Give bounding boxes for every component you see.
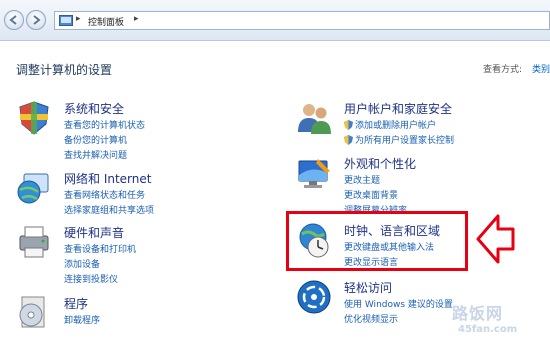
category-title-programs[interactable]: 程序 xyxy=(64,295,88,312)
link-troubleshoot[interactable]: 查找并解决问题 xyxy=(64,148,127,161)
appearance-icon xyxy=(298,159,330,188)
category-title-network[interactable]: 网络和 Internet xyxy=(64,170,151,187)
link-desktop-background[interactable]: 更改桌面背景 xyxy=(344,188,398,201)
link-label: 为所有用户设置家长控制 xyxy=(355,136,455,146)
link-backup[interactable]: 备份您的计算机 xyxy=(64,133,127,146)
uac-shield-icon xyxy=(344,120,353,130)
address-path[interactable]: 控制面板 xyxy=(88,15,124,28)
annotation-arrow-icon xyxy=(476,214,515,264)
network-globe-icon xyxy=(17,173,49,204)
category-title-security[interactable]: 系统和安全 xyxy=(64,100,124,117)
forward-arrow-icon xyxy=(33,15,41,25)
link-devices-printers[interactable]: 查看设备和打印机 xyxy=(64,242,136,255)
highlight-box xyxy=(286,211,468,271)
link-optimize-display[interactable]: 优化视频显示 xyxy=(344,312,398,325)
watermark-url: 45fan.com xyxy=(458,324,518,335)
forward-button[interactable] xyxy=(26,10,46,30)
control-panel-icon xyxy=(59,15,73,26)
security-shield-icon xyxy=(19,101,49,135)
address-separator[interactable]: ▸ xyxy=(76,14,81,24)
printer-icon xyxy=(19,226,49,258)
link-add-device[interactable]: 添加设备 xyxy=(64,257,100,270)
link-parental-controls[interactable]: 为所有用户设置家长控制 xyxy=(344,133,454,146)
category-title-appearance[interactable]: 外观和个性化 xyxy=(344,155,416,172)
category-title-accounts[interactable]: 用户帐户和家庭安全 xyxy=(344,100,452,117)
uac-shield-icon xyxy=(344,135,353,145)
link-check-status[interactable]: 查看您的计算机状态 xyxy=(64,118,145,131)
ease-of-access-icon xyxy=(297,280,331,314)
category-title-ease[interactable]: 轻松访问 xyxy=(344,279,392,296)
users-icon xyxy=(298,104,331,134)
link-projector[interactable]: 连接到投影仪 xyxy=(64,272,118,285)
link-uninstall[interactable]: 卸载程序 xyxy=(64,313,100,326)
address-separator-end[interactable]: ▸ xyxy=(134,14,139,24)
page-title: 调整计算机的设置 xyxy=(16,63,113,77)
link-network-status[interactable]: 查看网络状态和任务 xyxy=(64,188,145,201)
view-by-label: 查看方式: xyxy=(483,65,523,75)
address-bar[interactable]: ▸ 控制面板 ▸ xyxy=(54,11,550,30)
back-button[interactable] xyxy=(4,10,24,30)
category-title-hardware[interactable]: 硬件和声音 xyxy=(64,224,124,241)
link-add-remove-users[interactable]: 添加或删除用户帐户 xyxy=(344,118,436,131)
link-change-theme[interactable]: 更改主题 xyxy=(344,173,380,186)
back-arrow-icon xyxy=(9,15,17,25)
link-homegroup[interactable]: 选择家庭组和共享选项 xyxy=(64,203,154,216)
view-by-dropdown[interactable]: 类别 xyxy=(532,62,550,75)
link-windows-recommended[interactable]: 使用 Windows 建议的设置 xyxy=(344,297,453,310)
watermark-title: 路饭网 xyxy=(452,304,504,323)
link-label: 添加或删除用户帐户 xyxy=(355,121,437,131)
navigation-toolbar: ▸ 控制面板 ▸ xyxy=(0,0,550,41)
programs-disc-icon xyxy=(19,296,45,328)
